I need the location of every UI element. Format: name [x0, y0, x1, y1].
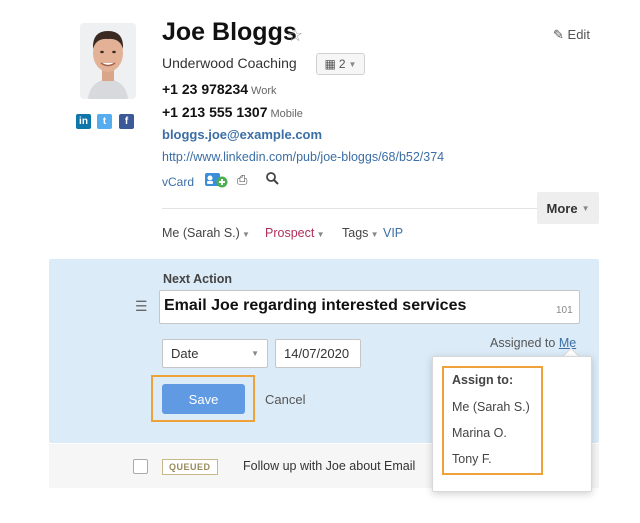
print-icon[interactable]: ⎙ — [237, 172, 247, 188]
divider — [162, 208, 537, 209]
company-dropdown[interactable]: ▦ 2 ▼ — [316, 53, 365, 75]
assigned-to-link[interactable]: Me — [559, 336, 576, 350]
twitter-icon[interactable]: t — [97, 114, 112, 129]
date-value: 14/07/2020 — [284, 346, 350, 361]
assign-title: Assign to: — [452, 373, 514, 387]
phone-number: +1 23 978234 — [162, 81, 249, 97]
company-name[interactable]: Underwood Coaching — [162, 55, 297, 71]
pencil-icon: ✎ — [553, 27, 564, 42]
avatar — [80, 23, 136, 99]
search-icon[interactable] — [266, 172, 279, 188]
phone-work[interactable]: +1 23 978234 Work — [162, 81, 277, 97]
more-button[interactable]: More ▼ — [537, 192, 599, 224]
chevron-down-icon: ▼ — [368, 230, 379, 239]
date-input[interactable]: 14/07/2020 — [275, 339, 361, 368]
owner-label: Me (Sarah S.) — [162, 226, 240, 240]
vcard-link[interactable]: vCard — [162, 175, 194, 189]
save-button[interactable]: Save — [162, 384, 245, 414]
queued-badge: QUEUED — [162, 459, 218, 475]
list-icon: ☰ — [135, 298, 148, 314]
chevron-down-icon: ▼ — [581, 203, 590, 213]
owner-dropdown[interactable]: Me (Sarah S.) ▼ — [162, 226, 250, 240]
tag-vip[interactable]: VIP — [383, 226, 403, 240]
linkedin-icon[interactable]: in — [76, 114, 91, 129]
phone-number: +1 213 555 1307 — [162, 104, 268, 120]
chevron-down-icon: ▼ — [251, 349, 259, 358]
queued-task-text[interactable]: Follow up with Joe about Email — [243, 459, 415, 473]
phone-mobile[interactable]: +1 213 555 1307 Mobile — [162, 104, 303, 120]
char-counter: 101 — [556, 305, 573, 316]
queued-checkbox[interactable] — [133, 459, 148, 474]
tags-label: Tags — [342, 226, 369, 240]
tags-dropdown[interactable]: Tags ▼ — [342, 226, 379, 240]
date-type-value: Date — [171, 346, 199, 361]
chevron-down-icon: ▼ — [239, 230, 250, 239]
add-contact-icon[interactable] — [204, 171, 228, 192]
company-count: 2 — [338, 57, 346, 71]
building-icon: ▦ — [324, 57, 336, 71]
chevron-down-icon: ▼ — [314, 230, 325, 239]
email-link[interactable]: bloggs.joe@example.com — [162, 127, 322, 142]
assigned-prefix: Assigned to — [490, 336, 556, 350]
phone-type: Mobile — [270, 108, 303, 120]
date-type-select[interactable]: Date ▼ — [162, 339, 268, 368]
next-action-label: Next Action — [163, 272, 232, 286]
contact-name: Joe Bloggs — [162, 18, 297, 46]
next-action-text[interactable]: Email Joe regarding interested services — [164, 297, 466, 315]
status-dropdown[interactable]: Prospect ▼ — [265, 226, 324, 240]
edit-label: Edit — [567, 27, 590, 42]
assign-option[interactable]: Me (Sarah S.) — [452, 400, 530, 414]
assigned-to: Assigned to Me — [490, 336, 576, 350]
star-icon[interactable]: ☆ — [287, 25, 303, 46]
chevron-down-icon: ▼ — [348, 59, 357, 69]
website-link[interactable]: http://www.linkedin.com/pub/joe-bloggs/6… — [162, 150, 444, 164]
cancel-button[interactable]: Cancel — [265, 392, 305, 407]
phone-type: Work — [251, 85, 277, 97]
status-label: Prospect — [265, 226, 315, 240]
edit-button[interactable]: ✎ Edit — [553, 27, 590, 43]
facebook-icon[interactable]: f — [119, 114, 134, 129]
assign-option[interactable]: Marina O. — [452, 426, 507, 440]
assign-option[interactable]: Tony F. — [452, 452, 492, 466]
more-label: More — [546, 200, 578, 216]
